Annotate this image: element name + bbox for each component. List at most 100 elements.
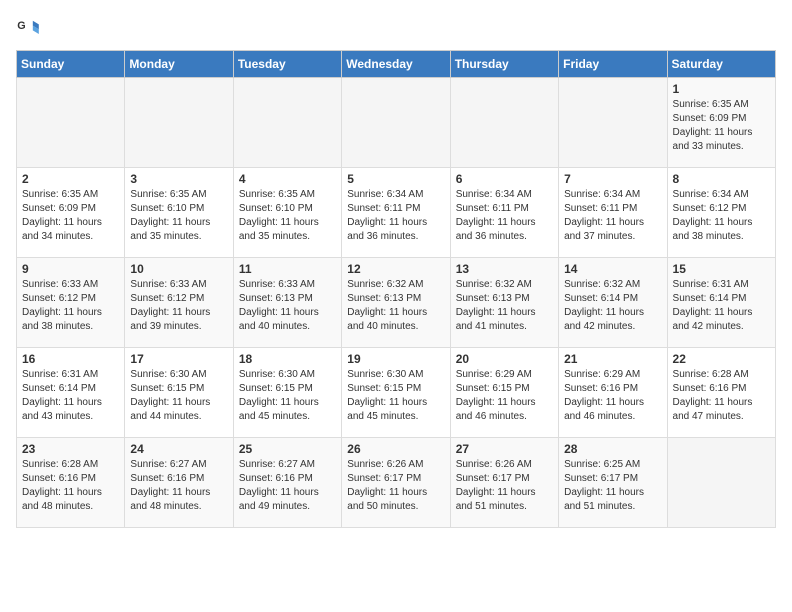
day-info: Sunrise: 6:34 AM Sunset: 6:12 PM Dayligh… [673,188,770,244]
calendar-day-cell: 4 Sunrise: 6:35 AM Sunset: 6:10 PM Daylig… [233,168,341,258]
day-of-week-header: Tuesday [233,51,341,78]
calendar-day-cell [559,78,667,168]
calendar-day-cell: 23Sunrise: 6:28 AM Sunset: 6:16 PM Dayli… [17,438,125,528]
day-number: 4 [239,172,336,186]
day-number: 13 [456,262,553,276]
calendar-day-cell: 20 Sunrise: 6:29 AM Sunset: 6:15 PM Dayli… [450,348,558,438]
calendar-week-row: 2 Sunrise: 6:35 AM Sunset: 6:09 PM Daylig… [17,168,776,258]
day-info: Sunrise: 6:27 AM Sunset: 6:16 PM Dayligh… [239,458,336,514]
calendar-day-cell: 1 Sunrise: 6:35 AM Sunset: 6:09 PM Daylig… [667,78,775,168]
calendar-day-cell: 26 Sunrise: 6:26 AM Sunset: 6:17 PM Dayli… [342,438,450,528]
day-number: 21 [564,352,661,366]
day-of-week-header: Sunday [17,51,125,78]
calendar-day-cell: 27 Sunrise: 6:26 AM Sunset: 6:17 PM Dayli… [450,438,558,528]
calendar-day-cell: 25 Sunrise: 6:27 AM Sunset: 6:16 PM Dayli… [233,438,341,528]
day-info: Sunrise: 6:34 AM Sunset: 6:11 PM Dayligh… [347,188,444,244]
day-of-week-header: Friday [559,51,667,78]
calendar-table: SundayMondayTuesdayWednesdayThursdayFrid… [16,50,776,528]
day-info: Sunrise: 6:30 AM Sunset: 6:15 PM Dayligh… [347,368,444,424]
calendar-day-cell: 9Sunrise: 6:33 AM Sunset: 6:12 PM Daylig… [17,258,125,348]
calendar-day-cell [233,78,341,168]
calendar-day-cell: 12Sunrise: 6:32 AM Sunset: 6:13 PM Dayli… [342,258,450,348]
day-info: Sunrise: 6:30 AM Sunset: 6:15 PM Dayligh… [239,368,336,424]
calendar-day-cell [450,78,558,168]
day-info: Sunrise: 6:33 AM Sunset: 6:12 PM Dayligh… [130,278,227,334]
day-number: 2 [22,172,119,186]
calendar-day-cell: 5 Sunrise: 6:34 AM Sunset: 6:11 PM Daylig… [342,168,450,258]
day-number: 10 [130,262,227,276]
day-info: Sunrise: 6:29 AM Sunset: 6:16 PM Dayligh… [564,368,661,424]
day-info: Sunrise: 6:27 AM Sunset: 6:16 PM Dayligh… [130,458,227,514]
day-info: Sunrise: 6:29 AM Sunset: 6:15 PM Dayligh… [456,368,553,424]
logo-icon: G [16,16,40,40]
day-of-week-header: Monday [125,51,233,78]
day-number: 28 [564,442,661,456]
calendar-day-cell: 7 Sunrise: 6:34 AM Sunset: 6:11 PM Daylig… [559,168,667,258]
page-header: G [16,16,776,40]
day-number: 26 [347,442,444,456]
calendar-week-row: 9 Sunrise: 6:33 AM Sunset: 6:12 PM Daylig… [17,258,776,348]
calendar-day-cell: 10 Sunrise: 6:33 AM Sunset: 6:12 PM Dayli… [125,258,233,348]
calendar-day-cell: 28 Sunrise: 6:25 AM Sunset: 6:17 PM Dayli… [559,438,667,528]
logo: G [16,16,44,40]
calendar-day-cell: 22 Sunrise: 6:28 AM Sunset: 6:16 PM Dayli… [667,348,775,438]
day-info: Sunrise: 6:31 AM Sunset: 6:14 PM Dayligh… [22,368,119,424]
svg-text:G: G [17,20,25,32]
calendar-day-cell: 24 Sunrise: 6:27 AM Sunset: 6:16 PM Dayli… [125,438,233,528]
day-number: 19 [347,352,444,366]
day-info: Sunrise: 6:26 AM Sunset: 6:17 PM Dayligh… [347,458,444,514]
day-number: 17 [130,352,227,366]
day-info: Sunrise: 6:26 AM Sunset: 6:17 PM Dayligh… [456,458,553,514]
calendar-day-cell: 15Sunrise: 6:31 AM Sunset: 6:14 PM Dayli… [667,258,775,348]
calendar-day-cell: 19 Sunrise: 6:30 AM Sunset: 6:15 PM Dayli… [342,348,450,438]
day-info: Sunrise: 6:35 AM Sunset: 6:09 PM Dayligh… [22,188,119,244]
day-of-week-header: Thursday [450,51,558,78]
day-info: Sunrise: 6:28 AM Sunset: 6:16 PM Dayligh… [22,458,119,514]
day-info: Sunrise: 6:34 AM Sunset: 6:11 PM Dayligh… [456,188,553,244]
day-of-week-header: Saturday [667,51,775,78]
calendar-day-cell: 16 Sunrise: 6:31 AM Sunset: 6:14 PM Dayli… [17,348,125,438]
calendar-day-cell: 14 Sunrise: 6:32 AM Sunset: 6:14 PM Dayli… [559,258,667,348]
day-info: Sunrise: 6:34 AM Sunset: 6:11 PM Dayligh… [564,188,661,244]
day-number: 22 [673,352,770,366]
calendar-week-row: 1 Sunrise: 6:35 AM Sunset: 6:09 PM Daylig… [17,78,776,168]
calendar-day-cell: 2 Sunrise: 6:35 AM Sunset: 6:09 PM Daylig… [17,168,125,258]
day-info: Sunrise: 6:35 AM Sunset: 6:09 PM Dayligh… [673,98,770,154]
day-number: 16 [22,352,119,366]
day-info: Sunrise: 6:35 AM Sunset: 6:10 PM Dayligh… [239,188,336,244]
day-number: 25 [239,442,336,456]
day-number: 5 [347,172,444,186]
day-info: Sunrise: 6:35 AM Sunset: 6:10 PM Dayligh… [130,188,227,244]
day-info: Sunrise: 6:31 AM Sunset: 6:14 PM Dayligh… [673,278,770,334]
day-of-week-header: Wednesday [342,51,450,78]
day-number: 9 [22,262,119,276]
day-number: 1 [673,82,770,96]
day-number: 3 [130,172,227,186]
calendar-day-cell [17,78,125,168]
calendar-week-row: 23Sunrise: 6:28 AM Sunset: 6:16 PM Dayli… [17,438,776,528]
calendar-day-cell: 21 Sunrise: 6:29 AM Sunset: 6:16 PM Dayli… [559,348,667,438]
calendar-day-cell: 3 Sunrise: 6:35 AM Sunset: 6:10 PM Daylig… [125,168,233,258]
calendar-day-cell: 13 Sunrise: 6:32 AM Sunset: 6:13 PM Dayli… [450,258,558,348]
day-number: 12 [347,262,444,276]
calendar-day-cell: 8 Sunrise: 6:34 AM Sunset: 6:12 PM Daylig… [667,168,775,258]
calendar-day-cell: 6Sunrise: 6:34 AM Sunset: 6:11 PM Daylig… [450,168,558,258]
day-info: Sunrise: 6:32 AM Sunset: 6:14 PM Dayligh… [564,278,661,334]
calendar-day-cell [342,78,450,168]
day-number: 24 [130,442,227,456]
day-number: 14 [564,262,661,276]
day-number: 20 [456,352,553,366]
day-info: Sunrise: 6:28 AM Sunset: 6:16 PM Dayligh… [673,368,770,424]
calendar-day-cell [667,438,775,528]
day-info: Sunrise: 6:33 AM Sunset: 6:13 PM Dayligh… [239,278,336,334]
day-info: Sunrise: 6:25 AM Sunset: 6:17 PM Dayligh… [564,458,661,514]
day-number: 7 [564,172,661,186]
calendar-day-cell: 18Sunrise: 6:30 AM Sunset: 6:15 PM Dayli… [233,348,341,438]
day-number: 8 [673,172,770,186]
calendar-day-cell: 11Sunrise: 6:33 AM Sunset: 6:13 PM Dayli… [233,258,341,348]
calendar-day-cell: 17Sunrise: 6:30 AM Sunset: 6:15 PM Dayli… [125,348,233,438]
calendar-day-cell [125,78,233,168]
day-number: 27 [456,442,553,456]
calendar-week-row: 16 Sunrise: 6:31 AM Sunset: 6:14 PM Dayli… [17,348,776,438]
day-info: Sunrise: 6:32 AM Sunset: 6:13 PM Dayligh… [456,278,553,334]
